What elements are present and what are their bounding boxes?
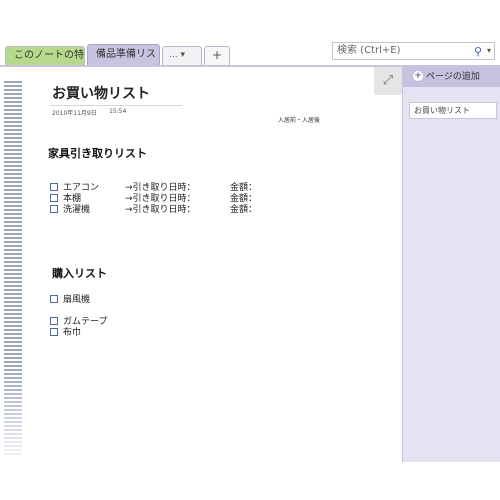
checkbox[interactable] — [50, 204, 58, 213]
price-label: 金額： — [230, 183, 258, 193]
item-name: 洗濯機 — [63, 205, 91, 215]
page-list-item[interactable]: お買い物リスト — [409, 102, 497, 119]
pickup-date-label: →引き取り日時： — [125, 183, 196, 193]
title-underline — [50, 105, 182, 106]
search-input[interactable]: 検索 (Ctrl+E) ⚲ ▾ — [332, 42, 495, 60]
spiral-fade — [4, 367, 22, 455]
list-item[interactable]: 本棚 →引き取り日時： 金額： — [50, 193, 350, 205]
note-text[interactable]: 入居前・入居後 — [278, 115, 320, 124]
checkbox[interactable] — [50, 316, 58, 325]
price-label: 金額： — [230, 205, 258, 215]
page-time: 15:54 — [109, 108, 127, 115]
page-list-pane: + ページの追加 お買い物リスト — [403, 67, 500, 462]
add-page-icon: + — [413, 70, 423, 81]
full-page-view-icon[interactable]: ⤢ — [374, 67, 402, 95]
list-item[interactable]: 洗濯機 →引き取り日時： 金額： — [50, 204, 350, 216]
add-page-label: ページの追加 — [426, 72, 480, 82]
item-name: 扇風機 — [63, 295, 91, 305]
pickup-date-label: →引き取り日時： — [125, 194, 196, 204]
tab-more-sections[interactable]: ... ▾ — [162, 46, 202, 65]
checkbox[interactable] — [50, 294, 58, 303]
list-item[interactable]: 扇風機 — [50, 294, 91, 306]
search-scope-dropdown-icon[interactable]: ▾ — [487, 43, 491, 59]
price-label: 金額： — [230, 194, 258, 204]
search-placeholder: 検索 (Ctrl+E) — [337, 45, 401, 56]
page-title[interactable]: お買い物リスト — [52, 83, 150, 103]
note-canvas[interactable]: ⤢ お買い物リスト 2010年11月9日 15:54 入居前・入居後 家具引き取… — [0, 67, 403, 462]
item-name: エアコン — [63, 183, 100, 193]
list-item[interactable]: 布巾 — [50, 327, 82, 339]
search-icon[interactable]: ⚲ — [474, 44, 482, 60]
item-name: ガムテープ — [63, 317, 108, 327]
tab-supplies-list[interactable]: 備品準備リスト — [87, 44, 160, 65]
checkbox[interactable] — [50, 182, 58, 191]
tab-notebook-features[interactable]: このノートの特長 — [5, 46, 85, 65]
list-item[interactable]: ガムテープ — [50, 316, 108, 328]
list-item[interactable]: エアコン →引き取り日時： 金額： — [50, 182, 350, 194]
checkbox[interactable] — [50, 193, 58, 202]
checkbox[interactable] — [50, 327, 58, 336]
purchase-list-heading[interactable]: 購入リスト — [52, 265, 107, 281]
pickup-date-label: →引き取り日時： — [125, 205, 196, 215]
item-name: 布巾 — [63, 328, 82, 338]
furniture-pickup-heading[interactable]: 家具引き取りリスト — [48, 145, 147, 161]
add-section-button[interactable]: + — [204, 46, 230, 65]
page-date: 2010年11月9日 — [52, 110, 97, 117]
add-page-button[interactable]: + ページの追加 — [403, 67, 500, 87]
item-name: 本棚 — [63, 194, 82, 204]
